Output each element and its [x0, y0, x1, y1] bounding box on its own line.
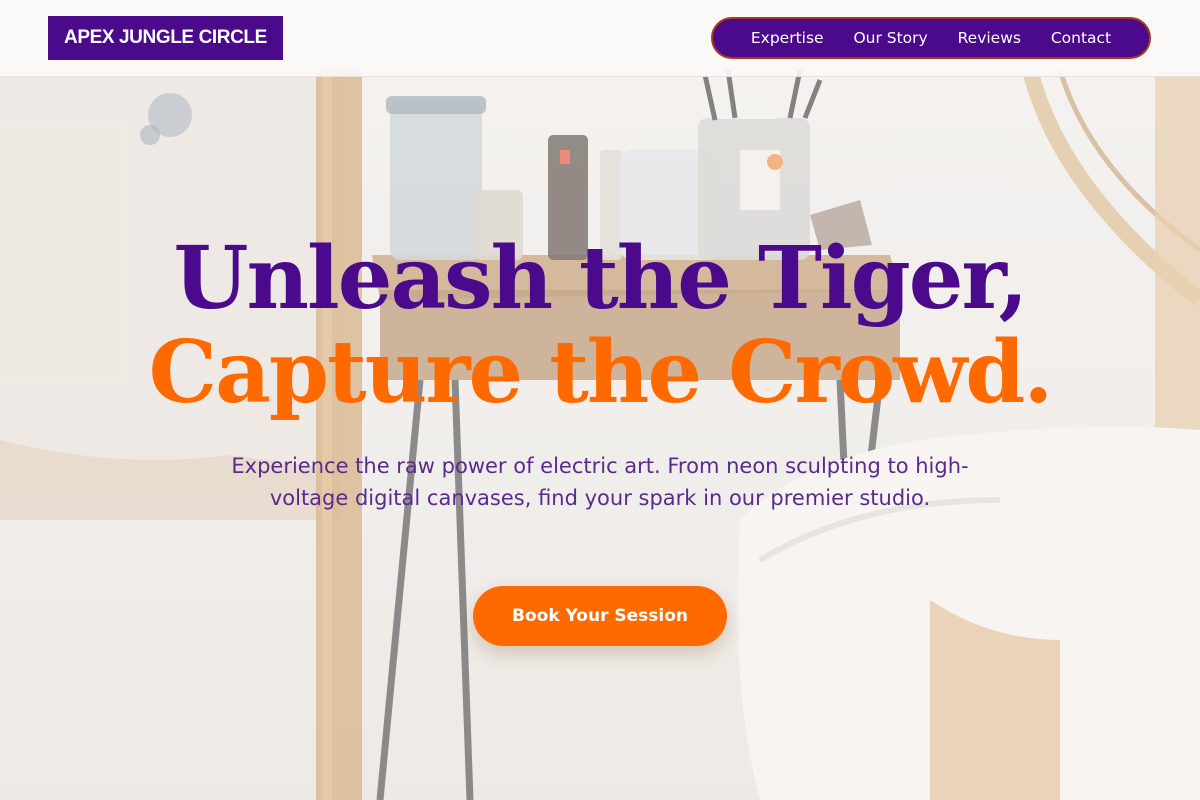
main-nav: Expertise Our Story Reviews Contact: [711, 17, 1151, 59]
site-header: APEX JUNGLE CIRCLE Expertise Our Story R…: [0, 0, 1200, 77]
hero-subtext: Experience the raw power of electric art…: [231, 454, 969, 510]
hero-heading: Unleash the Tiger, Capture the Crowd.: [0, 232, 1200, 420]
hero-heading-line-2: Capture the Crowd.: [148, 322, 1054, 423]
nav-link-contact[interactable]: Contact: [1051, 29, 1111, 47]
brand-logo[interactable]: APEX JUNGLE CIRCLE: [48, 16, 283, 60]
book-session-button[interactable]: Book Your Session: [473, 586, 727, 646]
nav-link-reviews[interactable]: Reviews: [958, 29, 1021, 47]
hero-heading-line-1: Unleash the Tiger,: [173, 228, 1029, 329]
nav-link-expertise[interactable]: Expertise: [751, 29, 824, 47]
nav-link-our-story[interactable]: Our Story: [853, 29, 927, 47]
